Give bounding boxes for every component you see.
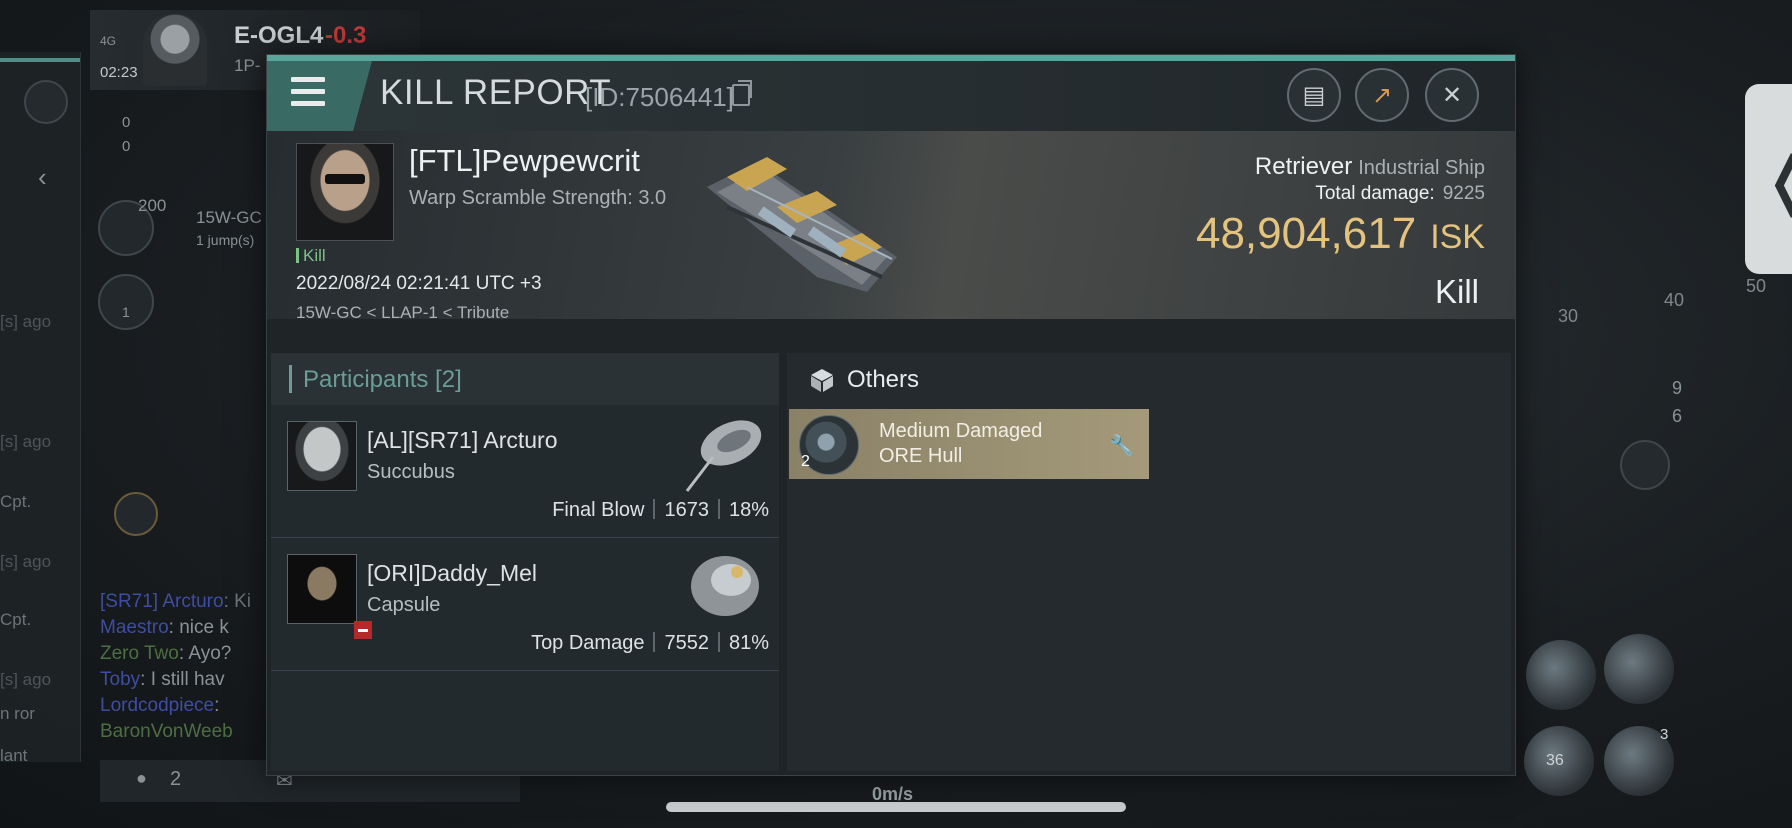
cube-icon bbox=[811, 369, 833, 392]
chat-message: [SR71] Arcturo: Ki bbox=[100, 591, 252, 612]
document-icon: ▤ bbox=[1302, 81, 1326, 109]
flag-red-count: 0 bbox=[122, 138, 131, 155]
participant-ship: Succubus bbox=[367, 461, 455, 483]
chat-message: Maestro: nice k bbox=[100, 617, 229, 638]
total-damage: Total damage: 9225 bbox=[1315, 183, 1485, 204]
close-icon: ✕ bbox=[1441, 81, 1463, 109]
home-indicator bbox=[666, 802, 1126, 812]
collapse-arrow-icon[interactable]: ‹ bbox=[38, 162, 47, 193]
system-sub-text: 1P- bbox=[234, 56, 261, 75]
participant-row[interactable]: [AL][SR71] Arcturo Succubus Final Blow 16… bbox=[271, 405, 779, 538]
module-count: 36 bbox=[1546, 752, 1564, 769]
chat-message: BaronVonWeeb bbox=[100, 721, 233, 742]
close-hud-button[interactable] bbox=[24, 80, 68, 124]
chat-message: Lordcodpiece: bbox=[100, 695, 220, 716]
kill-location[interactable]: 15W-GC < LLAP-1 < Tribute bbox=[296, 303, 509, 323]
close-button[interactable]: ✕ bbox=[1425, 68, 1479, 122]
right-drawer-tab[interactable]: ❬ bbox=[1745, 84, 1792, 274]
kill-report-window: KILL REPORT [ID:7506441] ▤ ↗ ✕ [FTL]Pewp… bbox=[266, 54, 1516, 776]
kill-id: [ID:7506441] bbox=[585, 82, 734, 112]
participant-portrait[interactable] bbox=[287, 554, 372, 639]
window-title: KILL REPORT bbox=[380, 73, 612, 112]
system-name: E-OGL4 bbox=[234, 22, 324, 49]
participant-ship: Capsule bbox=[367, 594, 441, 616]
participant-portrait[interactable] bbox=[287, 421, 357, 491]
left-label: [s] ago bbox=[0, 552, 52, 571]
participant-ship-image bbox=[685, 420, 762, 492]
participants-header[interactable]: Participants [2] bbox=[271, 353, 779, 405]
left-side-panel bbox=[0, 52, 81, 762]
dropped-item[interactable]: 2 Medium Damaged ORE Hull 🔧 bbox=[789, 409, 1149, 479]
chat-message: Toby: I still hav bbox=[100, 669, 225, 690]
layers-button[interactable] bbox=[98, 274, 154, 330]
victim-warp-scramble: Warp Scramble Strength: 3.0 bbox=[409, 187, 667, 209]
module-slot[interactable] bbox=[1526, 640, 1596, 710]
module-slot[interactable] bbox=[1604, 634, 1674, 704]
item-name: Medium Damaged ORE Hull bbox=[879, 420, 1043, 467]
target-button[interactable] bbox=[114, 492, 158, 536]
copy-icon[interactable] bbox=[732, 80, 752, 106]
isk-value: 48,904,617 ISK bbox=[1195, 209, 1485, 258]
chevron-left-icon: ❬ bbox=[1761, 144, 1792, 218]
participant-stats: Final Blow 1673 18% bbox=[552, 499, 769, 521]
flag-blue-count: 0 bbox=[122, 114, 131, 131]
hostile-flag-icon bbox=[354, 621, 372, 639]
header-accent bbox=[289, 365, 292, 393]
victim-portrait[interactable] bbox=[296, 143, 394, 241]
victim-section: [FTL]Pewpewcrit Warp Scramble Strength: … bbox=[267, 131, 1515, 322]
kill-result: Kill bbox=[1434, 273, 1479, 310]
hud-accent-bar bbox=[0, 58, 80, 62]
module-count: 3 bbox=[1660, 726, 1669, 743]
share-icon: ↗ bbox=[1371, 81, 1393, 109]
clock: 02:23 bbox=[100, 64, 138, 81]
player-avatar[interactable] bbox=[143, 14, 207, 86]
scale-tick: 50 bbox=[1746, 276, 1767, 296]
local-count: 2 bbox=[170, 768, 182, 790]
kill-date: 2022/08/24 02:21:41 UTC +3 bbox=[296, 273, 542, 294]
document-button[interactable]: ▤ bbox=[1287, 68, 1341, 122]
wrench-icon: 🔧 bbox=[1109, 433, 1134, 457]
kill-tag: Kill bbox=[296, 246, 326, 266]
network-indicator: 4G bbox=[100, 34, 117, 48]
others-title: Others bbox=[847, 366, 920, 393]
share-button[interactable]: ↗ bbox=[1355, 68, 1409, 122]
participant-row[interactable]: [ORI]Daddy_Mel Capsule Top Damage 7552 81% bbox=[271, 538, 779, 671]
left-label: lant bbox=[0, 746, 28, 765]
victim-name[interactable]: [FTL]Pewpewcrit bbox=[409, 143, 640, 179]
left-label: [s] ago bbox=[0, 670, 52, 689]
participants-title: Participants [2] bbox=[303, 366, 462, 393]
layers-count: 1 bbox=[122, 304, 130, 320]
scale-tick: 30 bbox=[1558, 306, 1579, 326]
participant-name: [AL][SR71] Arcturo bbox=[367, 427, 558, 453]
hamburger-icon bbox=[291, 77, 325, 113]
others-header: Others bbox=[787, 353, 1511, 405]
left-label: Cpt. bbox=[0, 610, 32, 629]
left-label: [s] ago bbox=[0, 432, 52, 451]
participant-stats: Top Damage 7552 81% bbox=[531, 632, 769, 654]
participant-name: [ORI]Daddy_Mel bbox=[367, 560, 538, 586]
chat-message: Zero Two: Ayo? bbox=[100, 643, 232, 664]
ship-image[interactable] bbox=[697, 147, 917, 297]
scale-tick: 40 bbox=[1664, 290, 1685, 310]
left-label: [s] ago bbox=[0, 312, 52, 331]
eye-icon[interactable] bbox=[1620, 440, 1670, 490]
item-quantity: 2 bbox=[801, 453, 810, 470]
participant-ship-image bbox=[691, 556, 759, 616]
overview-count: 6 bbox=[1672, 406, 1683, 426]
overview-count: 9 bbox=[1672, 378, 1683, 398]
distance-label: 200 bbox=[138, 196, 167, 215]
left-label: Cpt. bbox=[0, 492, 32, 511]
route-jumps: 1 jump(s) bbox=[196, 232, 255, 248]
ship-name[interactable]: Retriever Industrial Ship bbox=[1255, 153, 1485, 181]
route-destination: 15W-GC bbox=[196, 208, 262, 227]
system-security: -0.3 bbox=[325, 22, 367, 49]
left-label: n ror bbox=[0, 704, 35, 723]
person-icon[interactable]: ● bbox=[136, 768, 147, 789]
